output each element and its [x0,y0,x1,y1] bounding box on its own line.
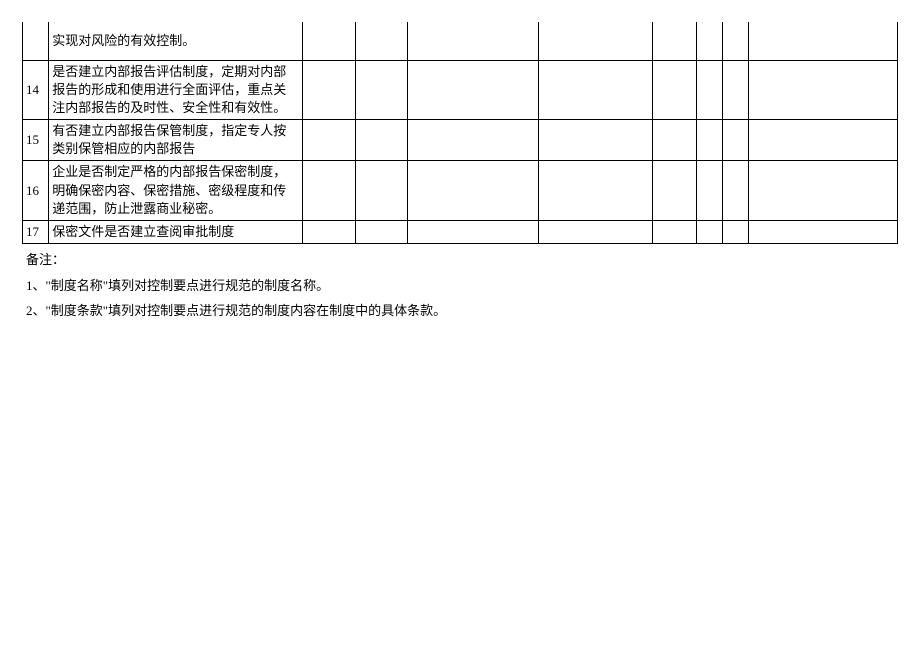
cell-empty [408,221,539,244]
cell-num: 17 [23,221,49,244]
cell-empty [355,120,408,161]
page-container: 实现对风险的有效控制。 14 是否建立内部报告评估制度，定期对内部报告的形成和使… [0,0,920,322]
notes-label: 备注： [26,248,898,271]
cell-empty [696,22,722,60]
cell-empty [749,221,898,244]
table-row: 15 有否建立内部报告保管制度，指定专人按类别保管相应的内部报告 [23,120,898,161]
cell-empty [723,60,749,120]
cell-num: 14 [23,60,49,120]
notes-section: 备注： 1、"制度名称"填列对控制要点进行规范的制度名称。 2、"制度条款"填列… [22,248,898,322]
cell-empty [653,120,697,161]
cell-empty [539,60,653,120]
cell-empty [653,60,697,120]
cell-empty [355,60,408,120]
cell-empty [749,60,898,120]
cell-empty [539,221,653,244]
cell-empty [723,22,749,60]
cell-empty [696,221,722,244]
table-row: 16 企业是否制定严格的内部报告保密制度，明确保密内容、保密措施、密级程度和传递… [23,161,898,221]
cell-empty [408,60,539,120]
cell-empty [696,120,722,161]
cell-empty [355,221,408,244]
cell-empty [303,22,356,60]
cell-empty [653,161,697,221]
table-row: 17 保密文件是否建立查阅审批制度 [23,221,898,244]
cell-desc: 有否建立内部报告保管制度，指定专人按类别保管相应的内部报告 [49,120,303,161]
cell-desc: 企业是否制定严格的内部报告保密制度，明确保密内容、保密措施、密级程度和传递范围，… [49,161,303,221]
cell-empty [749,161,898,221]
cell-desc: 实现对风险的有效控制。 [49,22,303,60]
cell-empty [723,221,749,244]
cell-empty [723,161,749,221]
cell-empty [355,22,408,60]
cell-empty [696,161,722,221]
cell-empty [408,120,539,161]
checklist-table: 实现对风险的有效控制。 14 是否建立内部报告评估制度，定期对内部报告的形成和使… [22,22,898,244]
cell-empty [303,120,356,161]
cell-empty [303,221,356,244]
cell-empty [653,221,697,244]
cell-empty [408,161,539,221]
table-row: 14 是否建立内部报告评估制度，定期对内部报告的形成和使用进行全面评估，重点关注… [23,60,898,120]
cell-desc: 保密文件是否建立查阅审批制度 [49,221,303,244]
cell-empty [749,22,898,60]
cell-empty [749,120,898,161]
cell-num: 15 [23,120,49,161]
cell-desc: 是否建立内部报告评估制度，定期对内部报告的形成和使用进行全面评估，重点关注内部报… [49,60,303,120]
cell-empty [355,161,408,221]
cell-num [23,22,49,60]
notes-item: 2、"制度条款"填列对控制要点进行规范的制度内容在制度中的具体条款。 [26,299,898,322]
cell-empty [539,120,653,161]
cell-empty [303,161,356,221]
cell-empty [303,60,356,120]
cell-empty [408,22,539,60]
table-row: 实现对风险的有效控制。 [23,22,898,60]
cell-empty [723,120,749,161]
cell-empty [539,161,653,221]
cell-empty [539,22,653,60]
cell-num: 16 [23,161,49,221]
notes-item: 1、"制度名称"填列对控制要点进行规范的制度名称。 [26,274,898,297]
cell-empty [653,22,697,60]
cell-empty [696,60,722,120]
